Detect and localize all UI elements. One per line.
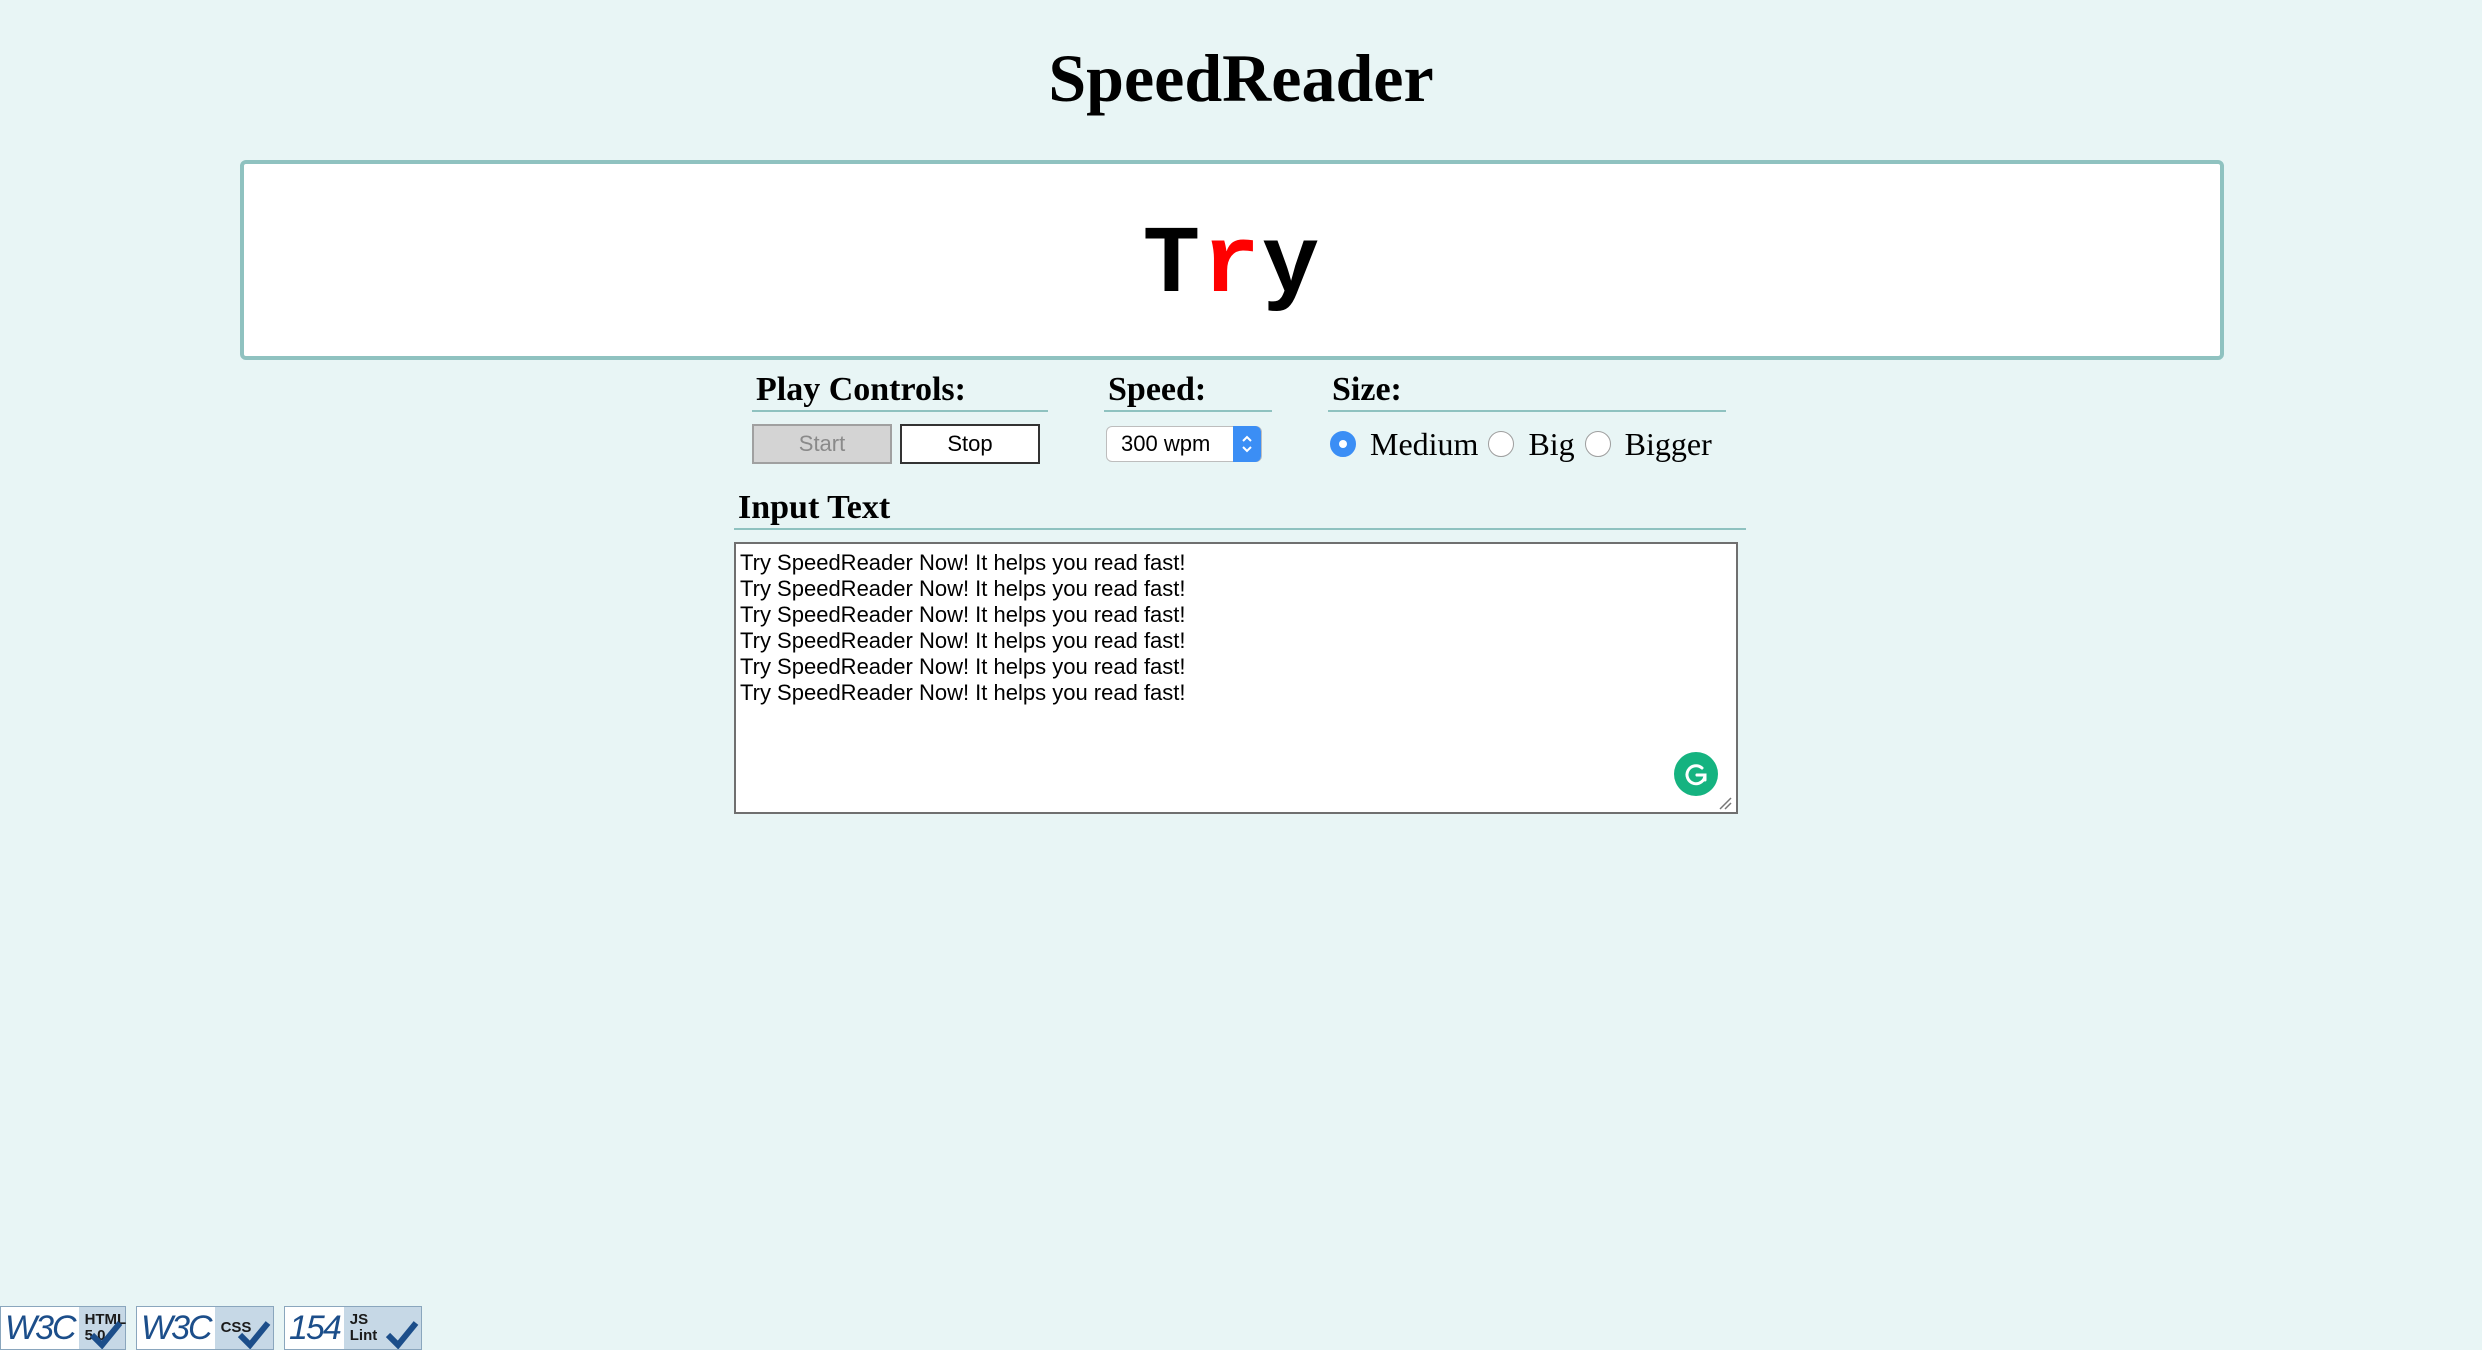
speed-select[interactable]: 300 wpm — [1106, 426, 1262, 462]
checkmark-icon — [385, 1321, 419, 1349]
validation-badges: W3C HTML 5.0 W3C CSS 154 JS Lint — [0, 1304, 432, 1350]
word-pre: T — [1142, 211, 1203, 320]
size-radio-medium[interactable] — [1330, 431, 1356, 457]
size-radio-big[interactable] — [1488, 431, 1515, 457]
speed-heading: Speed: — [1104, 370, 1272, 412]
jslint-logo: 154 — [285, 1307, 344, 1349]
speed-select-value: 300 wpm — [1121, 431, 1211, 456]
page-title: SpeedReader — [1048, 40, 1434, 116]
size-label-bigger: Bigger — [1624, 425, 1712, 462]
play-controls-heading: Play Controls: — [752, 370, 1048, 412]
stop-button[interactable]: Stop — [900, 424, 1040, 464]
size-label-big: Big — [1528, 425, 1575, 462]
jslint-badge[interactable]: 154 JS Lint — [284, 1306, 422, 1350]
current-word: Try — [1143, 216, 1322, 316]
word-display: Try — [240, 160, 2224, 360]
input-text-heading: Input Text — [734, 488, 1746, 530]
w3c-logo: W3C — [137, 1307, 215, 1349]
size-radio-group: Medium Big Bigger — [1330, 422, 1722, 466]
w3c-logo: W3C — [1, 1307, 79, 1349]
checkmark-icon — [89, 1321, 123, 1349]
css-validator-badge[interactable]: W3C CSS — [136, 1306, 274, 1350]
size-heading: Size: — [1328, 370, 1726, 412]
updown-chevron-icon — [1233, 426, 1261, 462]
start-button[interactable]: Start — [752, 424, 892, 464]
size-radio-bigger[interactable] — [1584, 431, 1611, 457]
size-label-medium: Medium — [1370, 425, 1479, 462]
badge-label: JS Lint — [349, 1311, 378, 1344]
grammarly-icon[interactable] — [1674, 752, 1718, 796]
speedreader-page: SpeedReader Try Play Controls: Start Sto… — [0, 0, 2482, 1350]
word-focus-letter: r — [1202, 211, 1262, 320]
input-textarea[interactable]: Try SpeedReader Now! It helps you read f… — [734, 542, 1738, 814]
textarea-resize-handle[interactable] — [1718, 796, 1732, 810]
html-validator-badge[interactable]: W3C HTML 5.0 — [0, 1306, 126, 1350]
checkmark-icon — [237, 1321, 271, 1349]
word-post: y — [1261, 211, 1322, 320]
